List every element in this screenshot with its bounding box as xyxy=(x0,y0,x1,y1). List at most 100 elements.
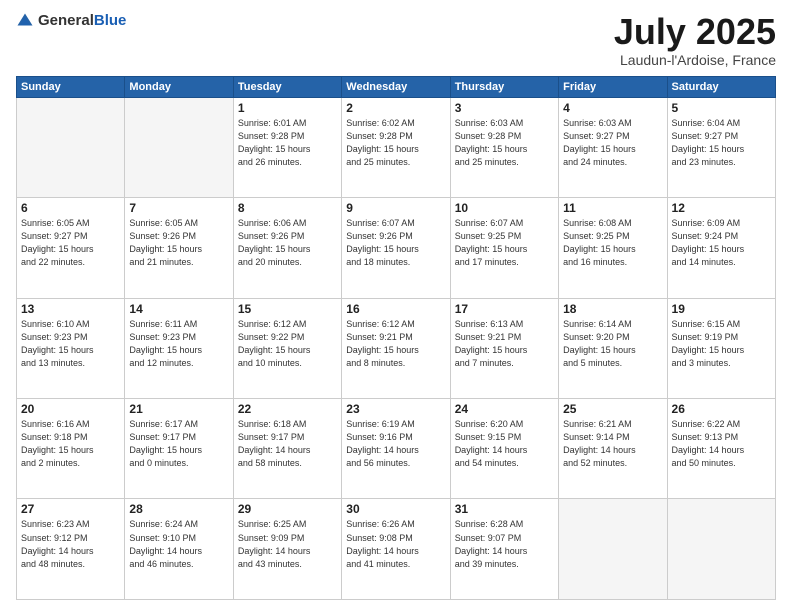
month-title: July 2025 xyxy=(614,12,776,52)
day-number: 21 xyxy=(129,402,228,416)
day-info: Sunrise: 6:05 AM Sunset: 9:27 PM Dayligh… xyxy=(21,217,120,269)
day-number: 14 xyxy=(129,302,228,316)
calendar-row: 20 Sunrise: 6:16 AM Sunset: 9:18 PM Dayli… xyxy=(17,399,776,499)
calendar-row: 6 Sunrise: 6:05 AM Sunset: 9:27 PM Daylig… xyxy=(17,198,776,298)
header-saturday: Saturday xyxy=(667,76,775,97)
table-row: 1 Sunrise: 6:01 AM Sunset: 9:28 PM Daylig… xyxy=(233,97,341,197)
day-info: Sunrise: 6:03 AM Sunset: 9:27 PM Dayligh… xyxy=(563,117,662,169)
day-info: Sunrise: 6:24 AM Sunset: 9:10 PM Dayligh… xyxy=(129,518,228,570)
table-row xyxy=(17,97,125,197)
day-info: Sunrise: 6:05 AM Sunset: 9:26 PM Dayligh… xyxy=(129,217,228,269)
header-tuesday: Tuesday xyxy=(233,76,341,97)
day-number: 15 xyxy=(238,302,337,316)
day-number: 9 xyxy=(346,201,445,215)
header-thursday: Thursday xyxy=(450,76,558,97)
header: GeneralBlue July 2025 Laudun-l'Ardoise, … xyxy=(16,12,776,68)
table-row: 31 Sunrise: 6:28 AM Sunset: 9:07 PM Dayli… xyxy=(450,499,558,600)
table-row: 21Sunrise: 6:17 AM Sunset: 9:17 PM Dayli… xyxy=(125,399,233,499)
day-number: 23 xyxy=(346,402,445,416)
table-row: 15Sunrise: 6:12 AM Sunset: 9:22 PM Dayli… xyxy=(233,298,341,398)
table-row: 22 Sunrise: 6:18 AM Sunset: 9:17 PM Dayli… xyxy=(233,399,341,499)
day-info: Sunrise: 6:13 AM Sunset: 9:21 PM Dayligh… xyxy=(455,318,554,370)
table-row: 7 Sunrise: 6:05 AM Sunset: 9:26 PM Daylig… xyxy=(125,198,233,298)
day-info: Sunrise: 6:25 AM Sunset: 9:09 PM Dayligh… xyxy=(238,518,337,570)
day-info: Sunrise: 6:15 AM Sunset: 9:19 PM Dayligh… xyxy=(672,318,771,370)
day-number: 1 xyxy=(238,101,337,115)
header-friday: Friday xyxy=(559,76,667,97)
day-info: Sunrise: 6:21 AM Sunset: 9:14 PM Dayligh… xyxy=(563,418,662,470)
day-info: Sunrise: 6:03 AM Sunset: 9:28 PM Dayligh… xyxy=(455,117,554,169)
day-number: 11 xyxy=(563,201,662,215)
day-number: 18 xyxy=(563,302,662,316)
day-number: 7 xyxy=(129,201,228,215)
day-info: Sunrise: 6:07 AM Sunset: 9:25 PM Dayligh… xyxy=(455,217,554,269)
table-row: 11 Sunrise: 6:08 AM Sunset: 9:25 PM Dayli… xyxy=(559,198,667,298)
day-info: Sunrise: 6:22 AM Sunset: 9:13 PM Dayligh… xyxy=(672,418,771,470)
table-row: 9Sunrise: 6:07 AM Sunset: 9:26 PM Daylig… xyxy=(342,198,450,298)
day-number: 17 xyxy=(455,302,554,316)
day-number: 28 xyxy=(129,502,228,516)
table-row: 8Sunrise: 6:06 AM Sunset: 9:26 PM Daylig… xyxy=(233,198,341,298)
page: GeneralBlue July 2025 Laudun-l'Ardoise, … xyxy=(0,0,792,612)
table-row: 18 Sunrise: 6:14 AM Sunset: 9:20 PM Dayli… xyxy=(559,298,667,398)
table-row: 23Sunrise: 6:19 AM Sunset: 9:16 PM Dayli… xyxy=(342,399,450,499)
table-row xyxy=(559,499,667,600)
day-number: 3 xyxy=(455,101,554,115)
table-row: 14Sunrise: 6:11 AM Sunset: 9:23 PM Dayli… xyxy=(125,298,233,398)
day-number: 22 xyxy=(238,402,337,416)
table-row: 25Sunrise: 6:21 AM Sunset: 9:14 PM Dayli… xyxy=(559,399,667,499)
table-row: 12Sunrise: 6:09 AM Sunset: 9:24 PM Dayli… xyxy=(667,198,775,298)
day-number: 6 xyxy=(21,201,120,215)
day-number: 20 xyxy=(21,402,120,416)
day-info: Sunrise: 6:23 AM Sunset: 9:12 PM Dayligh… xyxy=(21,518,120,570)
day-info: Sunrise: 6:28 AM Sunset: 9:07 PM Dayligh… xyxy=(455,518,554,570)
table-row: 3 Sunrise: 6:03 AM Sunset: 9:28 PM Daylig… xyxy=(450,97,558,197)
day-number: 16 xyxy=(346,302,445,316)
day-number: 29 xyxy=(238,502,337,516)
calendar-row: 13Sunrise: 6:10 AM Sunset: 9:23 PM Dayli… xyxy=(17,298,776,398)
table-row: 5 Sunrise: 6:04 AM Sunset: 9:27 PM Daylig… xyxy=(667,97,775,197)
calendar-table: Sunday Monday Tuesday Wednesday Thursday… xyxy=(16,76,776,600)
day-number: 2 xyxy=(346,101,445,115)
day-number: 5 xyxy=(672,101,771,115)
day-info: Sunrise: 6:26 AM Sunset: 9:08 PM Dayligh… xyxy=(346,518,445,570)
table-row: 2Sunrise: 6:02 AM Sunset: 9:28 PM Daylig… xyxy=(342,97,450,197)
calendar-row: 1 Sunrise: 6:01 AM Sunset: 9:28 PM Daylig… xyxy=(17,97,776,197)
day-info: Sunrise: 6:04 AM Sunset: 9:27 PM Dayligh… xyxy=(672,117,771,169)
day-number: 8 xyxy=(238,201,337,215)
day-number: 4 xyxy=(563,101,662,115)
day-info: Sunrise: 6:08 AM Sunset: 9:25 PM Dayligh… xyxy=(563,217,662,269)
logo-icon xyxy=(16,12,34,30)
calendar-row: 27 Sunrise: 6:23 AM Sunset: 9:12 PM Dayli… xyxy=(17,499,776,600)
logo: GeneralBlue xyxy=(16,12,126,30)
table-row xyxy=(125,97,233,197)
table-row: 13Sunrise: 6:10 AM Sunset: 9:23 PM Dayli… xyxy=(17,298,125,398)
day-number: 27 xyxy=(21,502,120,516)
table-row: 17 Sunrise: 6:13 AM Sunset: 9:21 PM Dayli… xyxy=(450,298,558,398)
day-info: Sunrise: 6:14 AM Sunset: 9:20 PM Dayligh… xyxy=(563,318,662,370)
day-info: Sunrise: 6:12 AM Sunset: 9:21 PM Dayligh… xyxy=(346,318,445,370)
table-row xyxy=(667,499,775,600)
header-monday: Monday xyxy=(125,76,233,97)
title-block: July 2025 Laudun-l'Ardoise, France xyxy=(614,12,776,68)
day-number: 30 xyxy=(346,502,445,516)
day-info: Sunrise: 6:16 AM Sunset: 9:18 PM Dayligh… xyxy=(21,418,120,470)
day-number: 31 xyxy=(455,502,554,516)
header-wednesday: Wednesday xyxy=(342,76,450,97)
day-info: Sunrise: 6:18 AM Sunset: 9:17 PM Dayligh… xyxy=(238,418,337,470)
table-row: 26 Sunrise: 6:22 AM Sunset: 9:13 PM Dayli… xyxy=(667,399,775,499)
table-row: 6 Sunrise: 6:05 AM Sunset: 9:27 PM Daylig… xyxy=(17,198,125,298)
table-row: 27 Sunrise: 6:23 AM Sunset: 9:12 PM Dayli… xyxy=(17,499,125,600)
day-number: 24 xyxy=(455,402,554,416)
table-row: 10Sunrise: 6:07 AM Sunset: 9:25 PM Dayli… xyxy=(450,198,558,298)
day-number: 19 xyxy=(672,302,771,316)
table-row: 24Sunrise: 6:20 AM Sunset: 9:15 PM Dayli… xyxy=(450,399,558,499)
day-info: Sunrise: 6:01 AM Sunset: 9:28 PM Dayligh… xyxy=(238,117,337,169)
weekday-header-row: Sunday Monday Tuesday Wednesday Thursday… xyxy=(17,76,776,97)
location: Laudun-l'Ardoise, France xyxy=(614,52,776,68)
table-row: 28 Sunrise: 6:24 AM Sunset: 9:10 PM Dayli… xyxy=(125,499,233,600)
day-number: 26 xyxy=(672,402,771,416)
day-number: 13 xyxy=(21,302,120,316)
table-row: 30 Sunrise: 6:26 AM Sunset: 9:08 PM Dayli… xyxy=(342,499,450,600)
header-sunday: Sunday xyxy=(17,76,125,97)
